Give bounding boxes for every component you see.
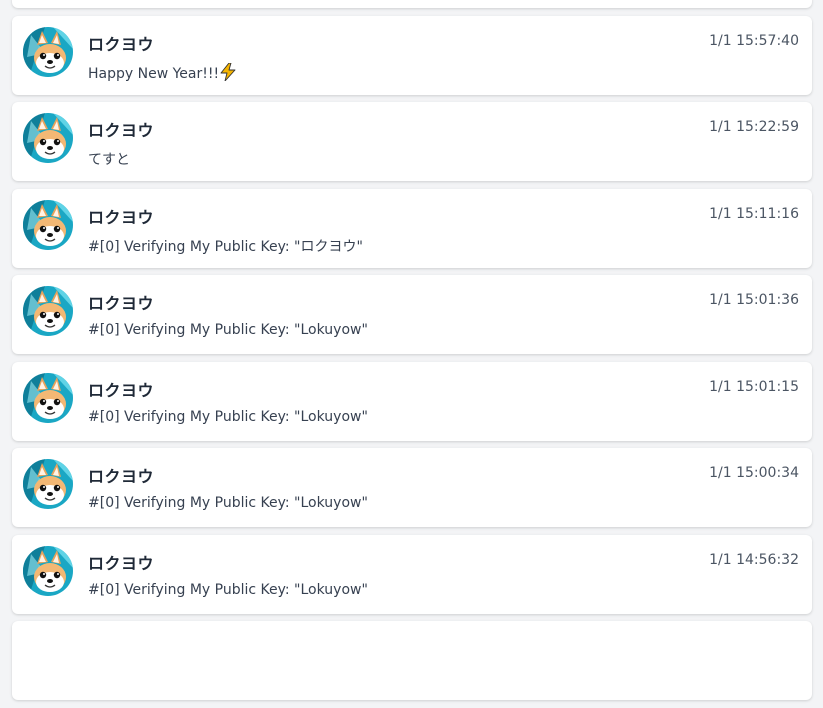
post-card[interactable]: ロクヨウ 1/1 15:57:40 Happy New Year!!! [12, 15, 812, 95]
user-avatar[interactable] [23, 459, 73, 509]
user-avatar[interactable] [23, 199, 73, 250]
post-card[interactable]: ロクヨウ 1/1 15:22:59 てすと [12, 102, 812, 181]
post-content: #[0] Verifying My Public Key: "Lokuyow" [88, 495, 368, 511]
post-timestamp[interactable]: 1/1 15:01:36 [709, 292, 799, 308]
post-text: #[0] Verifying My Public Key: "Lokuyow" [88, 495, 368, 511]
post-text: #[0] Verifying My Public Key: "Lokuyow" [88, 408, 368, 425]
author-name[interactable]: ロクヨウ [88, 31, 154, 55]
post-card[interactable]: ロクヨウ 1/1 15:01:15 #[0] Verifying My Publ… [12, 361, 812, 441]
post-content: Happy New Year!!! [88, 62, 236, 82]
post-content: #[0] Verifying My Public Key: "Lokuyow" [88, 409, 368, 425]
post-card[interactable]: ロクヨウ 1/1 15:00:34 #[0] Verifying My Publ… [12, 448, 812, 527]
post-timestamp[interactable]: 1/1 15:00:34 [709, 465, 799, 481]
user-avatar[interactable] [23, 545, 73, 596]
user-avatar[interactable] [23, 26, 73, 77]
post-content: #[0] Verifying My Public Key: "ロクヨウ" [88, 236, 363, 256]
post-card-partial[interactable] [12, 0, 812, 8]
post-text: #[0] Verifying My Public Key: "Lokuyow" [88, 322, 368, 338]
post-text: てすと [88, 152, 130, 168]
post-timestamp[interactable]: 1/1 15:22:59 [709, 119, 799, 135]
post-text: #[0] Verifying My Public Key: "Lokuyow" [88, 581, 368, 598]
author-name[interactable]: ロクヨウ [88, 550, 154, 574]
post-timestamp[interactable]: 1/1 14:56:32 [709, 552, 799, 568]
author-name[interactable]: ロクヨウ [88, 377, 154, 401]
post-timestamp[interactable]: 1/1 15:01:15 [709, 379, 799, 395]
post-feed: ロクヨウ 1/1 15:57:40 Happy New Year!!! ロクヨウ… [12, 0, 812, 708]
post-card[interactable]: ロクヨウ 1/1 14:56:32 #[0] Verifying My Publ… [12, 534, 812, 614]
post-card[interactable]: ロクヨウ 1/1 15:01:36 #[0] Verifying My Publ… [12, 275, 812, 354]
author-name[interactable]: ロクヨウ [88, 204, 154, 228]
author-name[interactable]: ロクヨウ [88, 463, 154, 487]
user-avatar[interactable] [23, 113, 73, 163]
shiba-avatar-icon [23, 372, 73, 423]
post-timestamp[interactable]: 1/1 15:57:40 [709, 33, 799, 49]
post-text: Happy New Year!!! [88, 65, 220, 82]
user-avatar[interactable] [23, 286, 73, 336]
author-name[interactable]: ロクヨウ [88, 117, 154, 141]
lightning-bolt-icon [220, 62, 236, 81]
post-content: #[0] Verifying My Public Key: "Lokuyow" [88, 582, 368, 598]
user-avatar[interactable] [23, 372, 73, 423]
shiba-avatar-icon [23, 199, 73, 250]
shiba-avatar-icon [23, 26, 73, 77]
post-card-partial[interactable] [12, 621, 812, 700]
shiba-avatar-icon [23, 545, 73, 596]
post-content: てすと [88, 149, 130, 169]
post-content: #[0] Verifying My Public Key: "Lokuyow" [88, 322, 368, 338]
shiba-avatar-icon [23, 113, 73, 163]
post-timestamp[interactable]: 1/1 15:11:16 [709, 206, 799, 222]
post-text: #[0] Verifying My Public Key: "ロクヨウ" [88, 238, 363, 255]
author-name[interactable]: ロクヨウ [88, 290, 154, 314]
post-card[interactable]: ロクヨウ 1/1 15:11:16 #[0] Verifying My Publ… [12, 188, 812, 268]
shiba-avatar-icon [23, 459, 73, 509]
shiba-avatar-icon [23, 286, 73, 336]
